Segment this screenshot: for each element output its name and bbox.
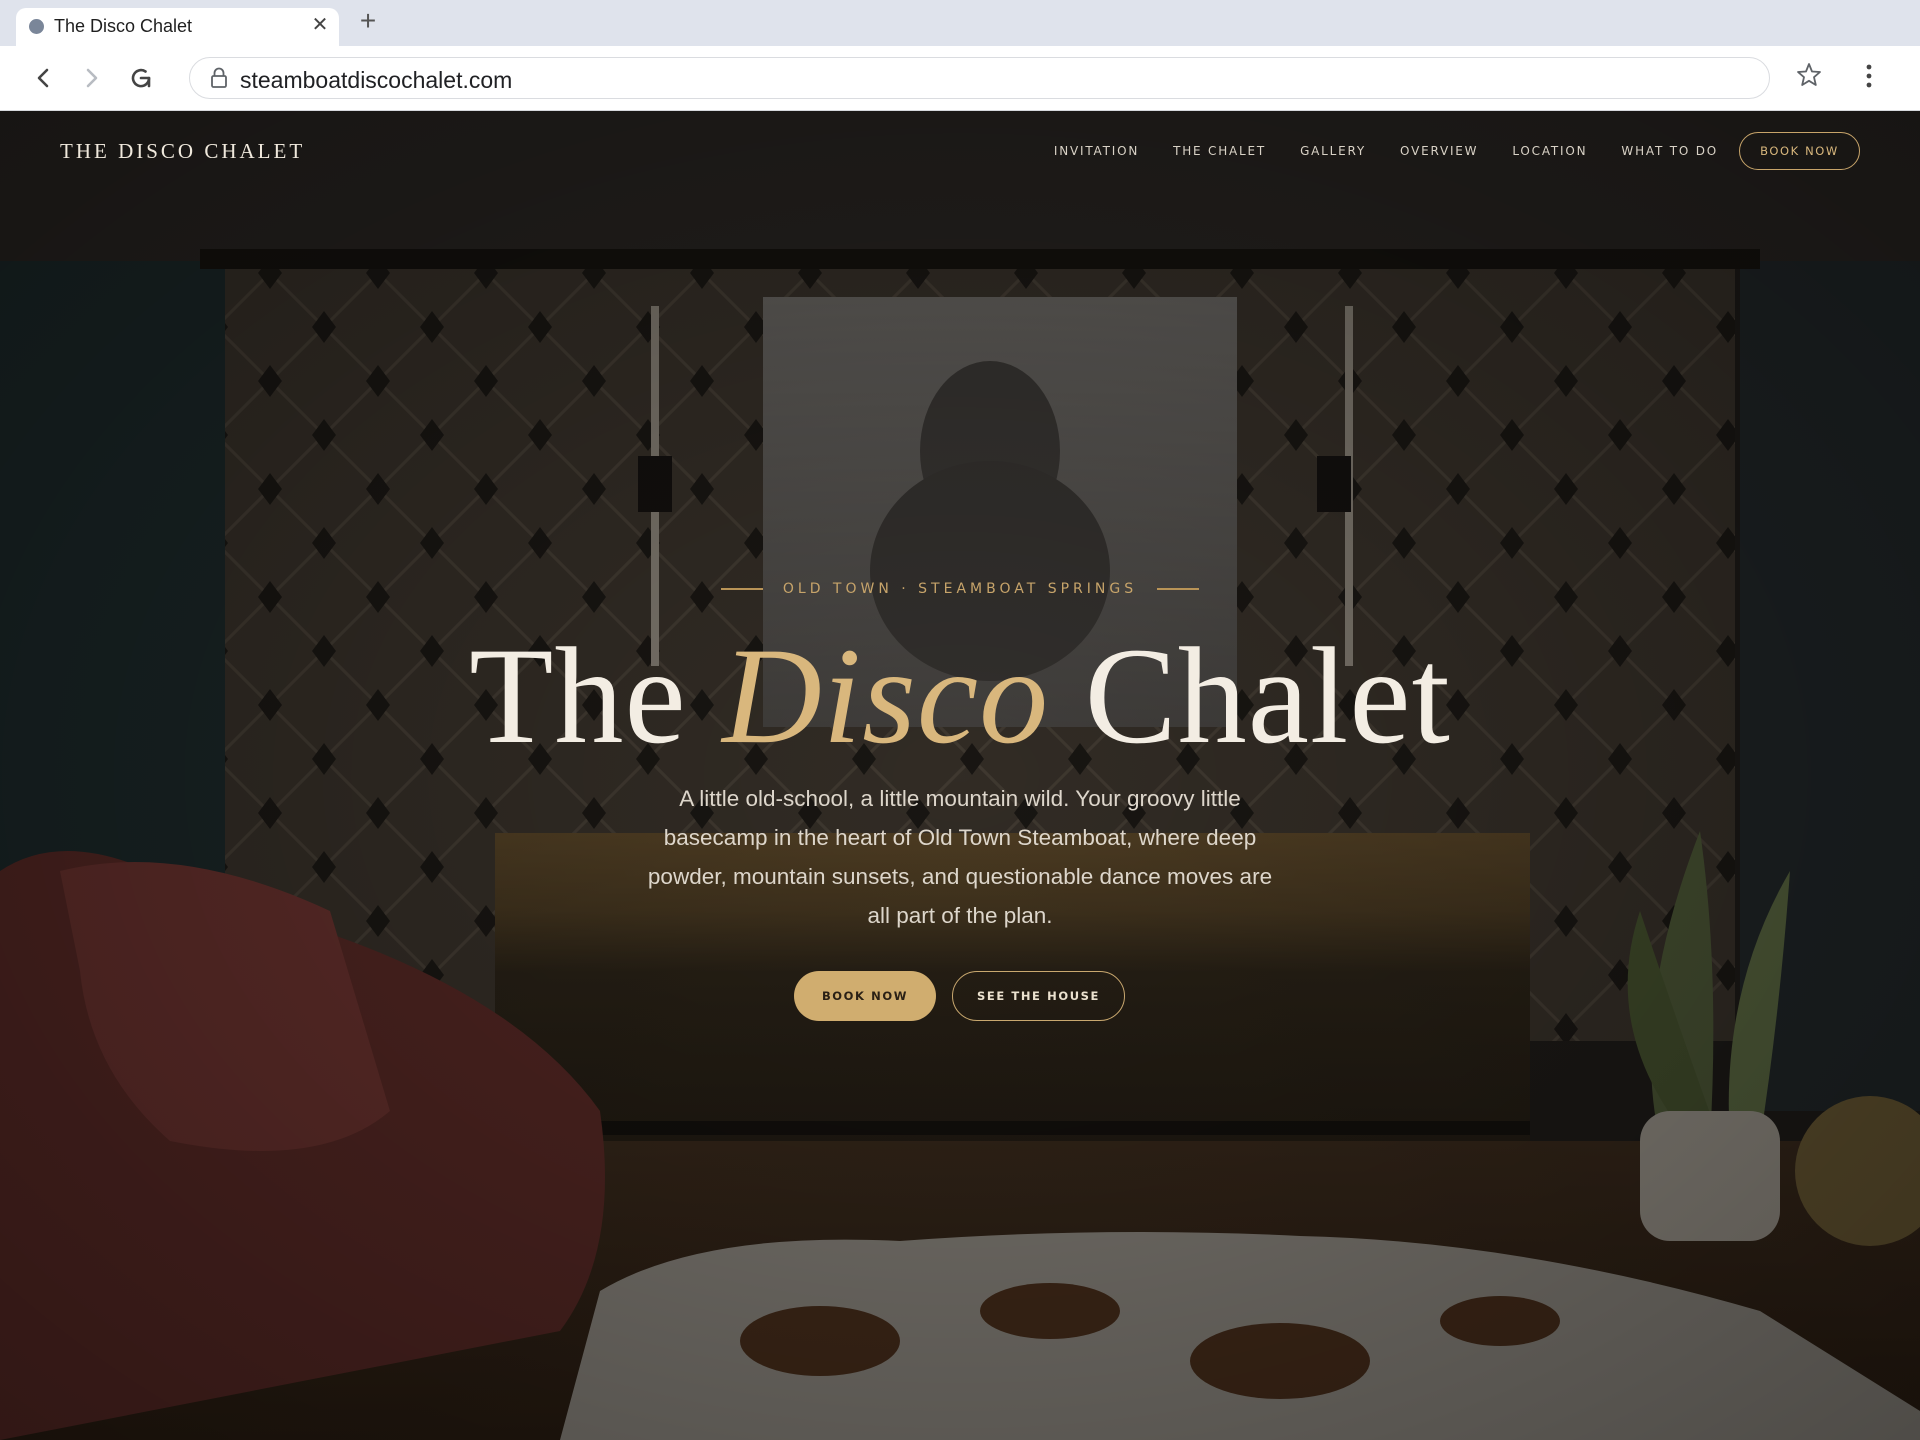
menu-icon[interactable] <box>1858 61 1880 96</box>
browser-tab[interactable]: The Disco Chalet ✕ <box>16 8 339 46</box>
nav-link-gallery[interactable]: GALLERY <box>1300 144 1366 158</box>
book-now-button[interactable]: BOOK NOW <box>794 971 936 1021</box>
browser-toolbar: steamboatdiscochalet.com <box>0 46 1920 111</box>
globe-icon <box>29 19 44 34</box>
eyebrow-divider-left <box>720 588 763 590</box>
hero-title-accent: Disco <box>722 619 1050 772</box>
address-bar[interactable]: steamboatdiscochalet.com <box>189 57 1770 99</box>
back-icon[interactable] <box>27 61 61 95</box>
page-viewport: THE DISCO CHALET INVITATION THE CHALET G… <box>0 111 1920 1440</box>
tab-title: The Disco Chalet <box>54 16 193 36</box>
forward-icon[interactable] <box>74 61 108 95</box>
hero-title-after: Chalet <box>1049 619 1451 772</box>
star-icon[interactable] <box>1795 61 1823 94</box>
url-text[interactable]: steamboatdiscochalet.com <box>240 67 512 94</box>
hero-eyebrow: OLD TOWN · STEAMBOAT SPRINGS <box>0 581 1920 597</box>
eyebrow-divider-right <box>1157 588 1200 590</box>
new-tab-icon[interactable]: + <box>354 7 382 35</box>
nav-link-overview[interactable]: OVERVIEW <box>1400 144 1478 158</box>
nav-link-invitation[interactable]: INVITATION <box>1054 144 1139 158</box>
see-the-house-button[interactable]: SEE THE HOUSE <box>952 971 1125 1021</box>
hero-title: The Disco Chalet <box>0 611 1920 781</box>
tab-strip: The Disco Chalet ✕ + <box>0 0 1920 46</box>
eyebrow-text: OLD TOWN · STEAMBOAT SPRINGS <box>782 581 1138 597</box>
close-tab-icon[interactable]: ✕ <box>309 14 331 36</box>
hero-description: A little old-school, a little mountain w… <box>647 786 1273 928</box>
nav-link-the-chalet[interactable]: THE CHALET <box>1173 144 1266 158</box>
hero-title-before: The <box>469 619 723 772</box>
reload-icon[interactable] <box>124 61 158 95</box>
nav-link-what-to-do[interactable]: WHAT TO DO <box>1621 144 1718 158</box>
nav-book-now-button[interactable]: BOOK NOW <box>1739 132 1860 170</box>
lock-icon[interactable] <box>210 67 228 94</box>
nav-link-location[interactable]: LOCATION <box>1512 144 1587 158</box>
site-nav: INVITATION THE CHALET GALLERY OVERVIEW L… <box>1054 144 1718 158</box>
site-logo[interactable]: THE DISCO CHALET <box>60 139 305 164</box>
